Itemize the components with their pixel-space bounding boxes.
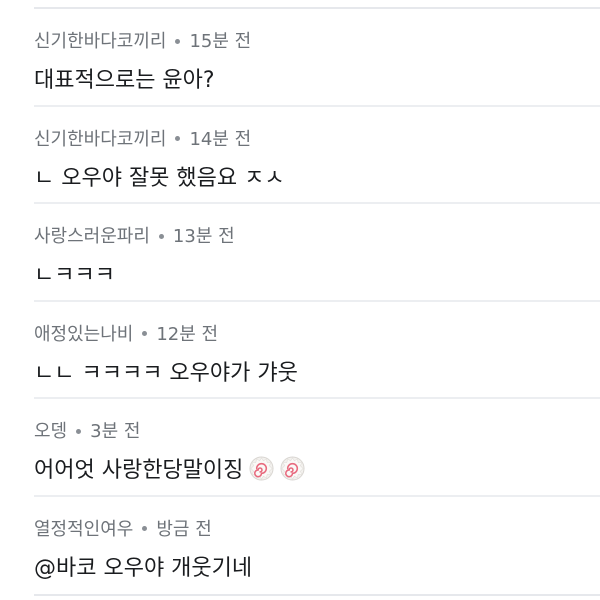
comment-item[interactable]: 신기한바다코끼리 14분 전 ㄴ 오우야 잘못 했음요 ㅈㅅ	[34, 107, 600, 205]
comment-meta: 신기한바다코끼리 14분 전	[34, 125, 251, 151]
comment-meta: 신기한바다코끼리 15분 전	[34, 27, 251, 53]
comment-text: ㄴㅋㅋㅋ	[34, 263, 115, 289]
comment-thread: 신기한바다코끼리 15분 전 대표적으로는 윤아? 신기한바다코끼리 14분 전…	[0, 0, 600, 600]
comment-text: ㄴㄴ ㅋㅋㅋㅋ 오우야가 갸웃	[34, 360, 298, 386]
comment-author[interactable]: 애정있는나비	[34, 320, 133, 346]
comment-meta: 열정적인여우 방금 전	[34, 515, 212, 541]
comment-time: 3분 전	[90, 421, 141, 443]
comment-body: ㄴㅋㅋㅋ	[34, 257, 115, 289]
separator-dot	[76, 428, 82, 434]
comment-time: 방금 전	[156, 518, 212, 540]
comment-time: 15분 전	[189, 31, 252, 52]
comment-meta: 애정있는나비 12분 전	[34, 320, 218, 346]
comment-meta: 사랑스러운파리 13분 전	[34, 222, 235, 248]
comment-body: ㄴ 오우야 잘못 했음요 ㅈㅅ	[34, 160, 285, 192]
comment-time: 12분 전	[156, 323, 219, 345]
comment-body: 대표적으로는 윤아?	[34, 62, 215, 94]
comment-author[interactable]: 신기한바다코끼리	[34, 27, 166, 53]
comment-body: 어어엇 사랑한당말이징	[34, 452, 305, 484]
comment-author[interactable]: 열정적인여우	[34, 515, 133, 541]
separator-dot	[142, 331, 148, 337]
separator-dot	[175, 136, 181, 142]
comment-item[interactable]: 신기한바다코끼리 15분 전 대표적으로는 윤아?	[34, 9, 600, 107]
comment-text: 대표적으로는 윤아?	[34, 68, 215, 93]
fishcake-icon	[249, 456, 274, 481]
comment-author[interactable]: 사랑스러운파리	[34, 222, 150, 248]
comment-time: 13분 전	[172, 226, 235, 248]
comment-body: ㄴㄴ ㅋㅋㅋㅋ 오우야가 갸웃	[34, 355, 298, 387]
comment-text: @바코 오우야 개웃기네	[34, 555, 253, 581]
comment-meta: 오뎅 3분 전	[34, 417, 140, 443]
comment-item[interactable]: 애정있는나비 12분 전 ㄴㄴ ㅋㅋㅋㅋ 오우야가 갸웃	[34, 302, 600, 400]
comment-time: 14분 전	[189, 128, 252, 150]
separator-dot	[175, 38, 181, 44]
comment-text: ㄴ 오우야 잘못 했음요 ㅈㅅ	[34, 165, 285, 191]
comment-author[interactable]: 오뎅	[34, 417, 67, 443]
comment-list: 신기한바다코끼리 15분 전 대표적으로는 윤아? 신기한바다코끼리 14분 전…	[0, 9, 600, 595]
separator-dot	[158, 233, 164, 239]
comment-item[interactable]: 오뎅 3분 전 어어엇 사랑한당말이징	[34, 399, 600, 497]
comment-text: 어어엇 사랑한당말이징	[34, 458, 244, 484]
comment-body: @바코 오우야 개웃기네	[34, 550, 252, 582]
fishcake-icon	[280, 456, 305, 481]
separator-dot	[142, 526, 148, 532]
comment-item[interactable]: 열정적인여우 방금 전 @바코 오우야 개웃기네	[34, 497, 600, 595]
comment-item[interactable]: 사랑스러운파리 13분 전 ㄴㅋㅋㅋ	[34, 204, 600, 302]
divider-bottom	[34, 594, 600, 596]
comment-author[interactable]: 신기한바다코끼리	[34, 125, 166, 151]
